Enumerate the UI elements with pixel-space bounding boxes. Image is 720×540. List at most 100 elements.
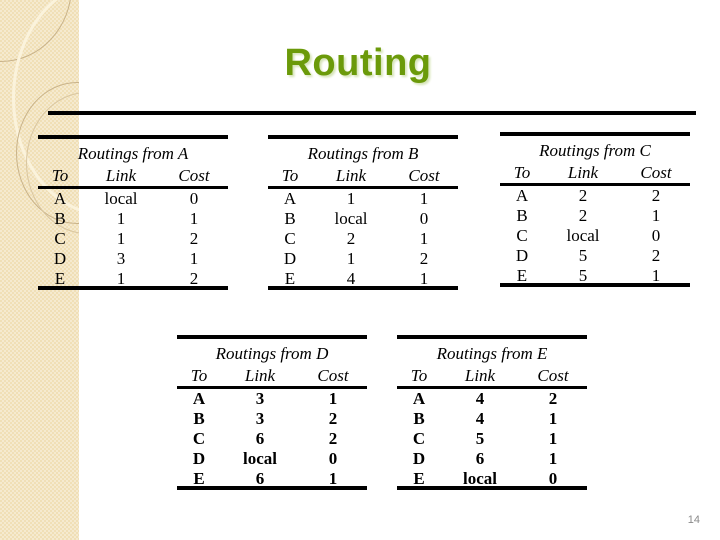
cell-destination: D (53, 249, 67, 268)
table-row: D 5 2 (500, 246, 690, 266)
cell-cost: 2 (419, 249, 429, 268)
table-row: B 4 1 (397, 409, 587, 429)
cell-cost: 1 (328, 469, 338, 488)
column-header-to: To (513, 163, 531, 182)
table-row: Clocal 0 (500, 226, 690, 246)
cell-cost: 1 (548, 429, 558, 448)
cell-destination: C (516, 226, 528, 245)
table-row: A 1 1 (268, 189, 458, 209)
cell-link: 1 (116, 269, 126, 288)
cell-link: 4 (475, 409, 485, 428)
table-header-row: To Link Cost (268, 166, 458, 186)
cell-link: 6 (255, 469, 265, 488)
cell-destination: B (284, 209, 296, 228)
cell-destination: A (283, 189, 297, 208)
cell-link: 5 (578, 266, 588, 285)
column-header-cost: Cost (537, 366, 569, 385)
table-header-row: To Link Cost (177, 366, 367, 386)
cell-link: 6 (255, 429, 265, 448)
table-top-rule (268, 135, 458, 139)
table-row: C 5 1 (397, 429, 587, 449)
cell-cost: 1 (419, 269, 429, 288)
table-row: D 6 1 (397, 449, 587, 469)
cell-cost: 2 (189, 269, 199, 288)
cell-destination: A (515, 186, 529, 205)
table-row: E 1 2 (38, 269, 228, 289)
cell-destination: B (516, 206, 528, 225)
routing-table-e: Routings from E To Link Cost A 4 2 B 4 1 C 5 1 D 6 1 Elo… (397, 335, 587, 490)
table-row: Blocal 0 (268, 209, 458, 229)
cell-destination: E (516, 266, 528, 285)
cell-cost: 1 (548, 449, 558, 468)
page-number: 14 (687, 514, 700, 526)
cell-link: 2 (346, 229, 356, 248)
cell-cost: 0 (189, 189, 199, 208)
cell-link: local (463, 469, 497, 488)
cell-cost: 1 (328, 389, 338, 408)
cell-link: 6 (475, 449, 485, 468)
table-caption: Routings from D (215, 344, 329, 363)
routing-table-a: Routings from A To Link Cost Alocal 0 B 1 1 C 1 2 D 3… (38, 135, 228, 290)
table-row: Dlocal 0 (177, 449, 367, 469)
table-row: A 4 2 (397, 389, 587, 409)
table-caption: Routings from B (307, 144, 419, 163)
cell-link: 1 (116, 229, 126, 248)
table-caption: Routings from E (436, 344, 548, 363)
cell-cost: 1 (548, 409, 558, 428)
table-row: C 6 2 (177, 429, 367, 449)
cell-cost: 2 (328, 409, 338, 428)
cell-cost: 2 (189, 229, 199, 248)
column-header-to: To (281, 166, 299, 185)
cell-cost: 0 (548, 469, 558, 488)
cell-destination: E (413, 469, 425, 488)
slide-title: Routing (0, 42, 720, 85)
cell-destination: A (412, 389, 426, 408)
routing-table-d: Routings from D To Link Cost A 3 1 B 3 2 C 6 2 Dlocal… (177, 335, 367, 490)
cell-cost: 0 (328, 449, 338, 468)
table-row: A 3 1 (177, 389, 367, 409)
cell-cost: 0 (651, 226, 661, 245)
cell-cost: 1 (419, 229, 429, 248)
cell-destination: D (412, 449, 426, 468)
table-row: D 1 2 (268, 249, 458, 269)
cell-link: 2 (578, 186, 588, 205)
cell-cost: 2 (651, 186, 661, 205)
cell-cost: 1 (189, 249, 199, 268)
cell-destination: C (412, 429, 426, 448)
table-header-row: To Link Cost (38, 166, 228, 186)
table-row: E 6 1 (177, 469, 367, 489)
cell-cost: 2 (651, 246, 661, 265)
table-row: Elocal 0 (397, 469, 587, 489)
cell-destination: D (192, 449, 206, 468)
column-header-to: To (410, 366, 428, 385)
cell-destination: E (54, 269, 66, 288)
table-header-row: To Link Cost (397, 366, 587, 386)
cell-destination: A (192, 389, 206, 408)
cell-link: 1 (116, 209, 126, 228)
column-header-link: Link (244, 366, 276, 385)
table-row: B 1 1 (38, 209, 228, 229)
cell-destination: A (53, 189, 67, 208)
cell-cost: 1 (189, 209, 199, 228)
column-header-cost: Cost (317, 366, 349, 385)
cell-link: 3 (255, 409, 265, 428)
column-header-cost: Cost (408, 166, 440, 185)
column-header-to: To (190, 366, 208, 385)
cell-destination: E (284, 269, 296, 288)
cell-destination: D (515, 246, 529, 265)
cell-destination: B (54, 209, 66, 228)
cell-destination: C (284, 229, 296, 248)
routing-table-c: Routings from C To Link Cost A 2 2 B 2 1 Clocal 0 D 5… (500, 132, 690, 287)
cell-cost: 2 (328, 429, 338, 448)
table-top-rule (397, 335, 587, 339)
table-row: D 3 1 (38, 249, 228, 269)
cell-destination: B (193, 409, 205, 428)
cell-link: 4 (346, 269, 356, 288)
cell-link: 5 (475, 429, 485, 448)
title-underline (48, 111, 696, 115)
column-header-cost: Cost (640, 163, 672, 182)
cell-cost: 1 (651, 206, 661, 225)
table-row: C 1 2 (38, 229, 228, 249)
routing-table-b: Routings from B To Link Cost A 1 1 Blocal 0 C 2 1 D 1… (268, 135, 458, 290)
column-header-cost: Cost (178, 166, 210, 185)
